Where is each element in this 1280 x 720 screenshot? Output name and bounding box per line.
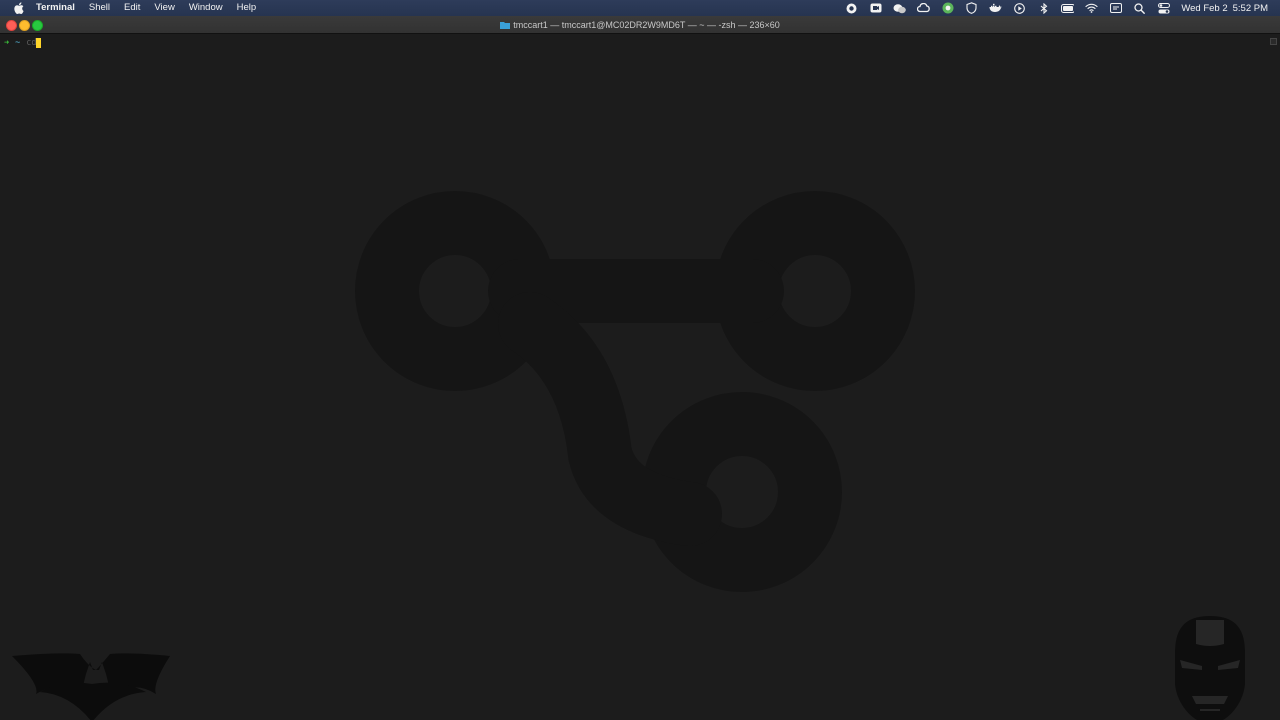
folder-icon: [500, 22, 511, 29]
menu-edit[interactable]: Edit: [124, 0, 140, 16]
menu-help[interactable]: Help: [237, 0, 257, 16]
prompt-directory: ~: [15, 38, 21, 48]
status-tray: Wed Feb 2 5:52 PM: [845, 0, 1268, 16]
command-prompt[interactable]: ➜ ~ cd: [4, 37, 41, 49]
display-icon[interactable]: [1109, 3, 1122, 14]
play-icon[interactable]: [1013, 2, 1026, 14]
menu-bar-clock[interactable]: Wed Feb 2 5:52 PM: [1181, 3, 1268, 14]
search-icon[interactable]: [1133, 2, 1146, 14]
zoom-icon[interactable]: [869, 3, 882, 14]
window-titlebar[interactable]: tmccart1 — tmccart1@MC02DR2W9MD6T — ~ — …: [0, 16, 1280, 34]
wechat-icon[interactable]: [893, 3, 907, 14]
menu-bar: Terminal Shell Edit View Window Help Wed…: [0, 0, 1280, 16]
scrollbar[interactable]: [1270, 38, 1277, 45]
chrome-icon[interactable]: [941, 2, 954, 14]
clock-time: 5:52 PM: [1232, 2, 1268, 14]
menu-view[interactable]: View: [154, 0, 174, 16]
control-center-icon[interactable]: [1157, 2, 1170, 14]
menu-window[interactable]: Window: [189, 0, 223, 16]
bluetooth-icon[interactable]: [1037, 2, 1050, 14]
docker-icon[interactable]: [989, 3, 1003, 14]
desktop-screen: Terminal Shell Edit View Window Help Wed…: [0, 0, 1280, 720]
record-icon[interactable]: [845, 3, 858, 14]
prompt-arrow-icon: ➜: [4, 38, 10, 48]
text-cursor: [35, 38, 41, 48]
battery-icon[interactable]: [1061, 3, 1075, 14]
apple-menu-icon[interactable]: [12, 2, 26, 14]
creative-cloud-icon[interactable]: [917, 3, 931, 14]
menu-app-terminal[interactable]: Terminal: [36, 0, 75, 16]
wifi-icon[interactable]: [1085, 3, 1098, 14]
window-title: tmccart1 — tmccart1@MC02DR2W9MD6T — ~ — …: [0, 16, 1280, 34]
window-title-text: tmccart1 — tmccart1@MC02DR2W9MD6T — ~ — …: [513, 20, 780, 30]
vpn-icon[interactable]: [965, 2, 978, 14]
terminal-window: tmccart1 — tmccart1@MC02DR2W9MD6T — ~ — …: [0, 16, 1280, 720]
clock-date: Wed Feb 2: [1181, 2, 1228, 14]
terminal-content[interactable]: ➜ ~ cd: [0, 34, 1280, 720]
menu-shell[interactable]: Shell: [89, 0, 110, 16]
iron-man-mask-icon: [1175, 616, 1245, 720]
